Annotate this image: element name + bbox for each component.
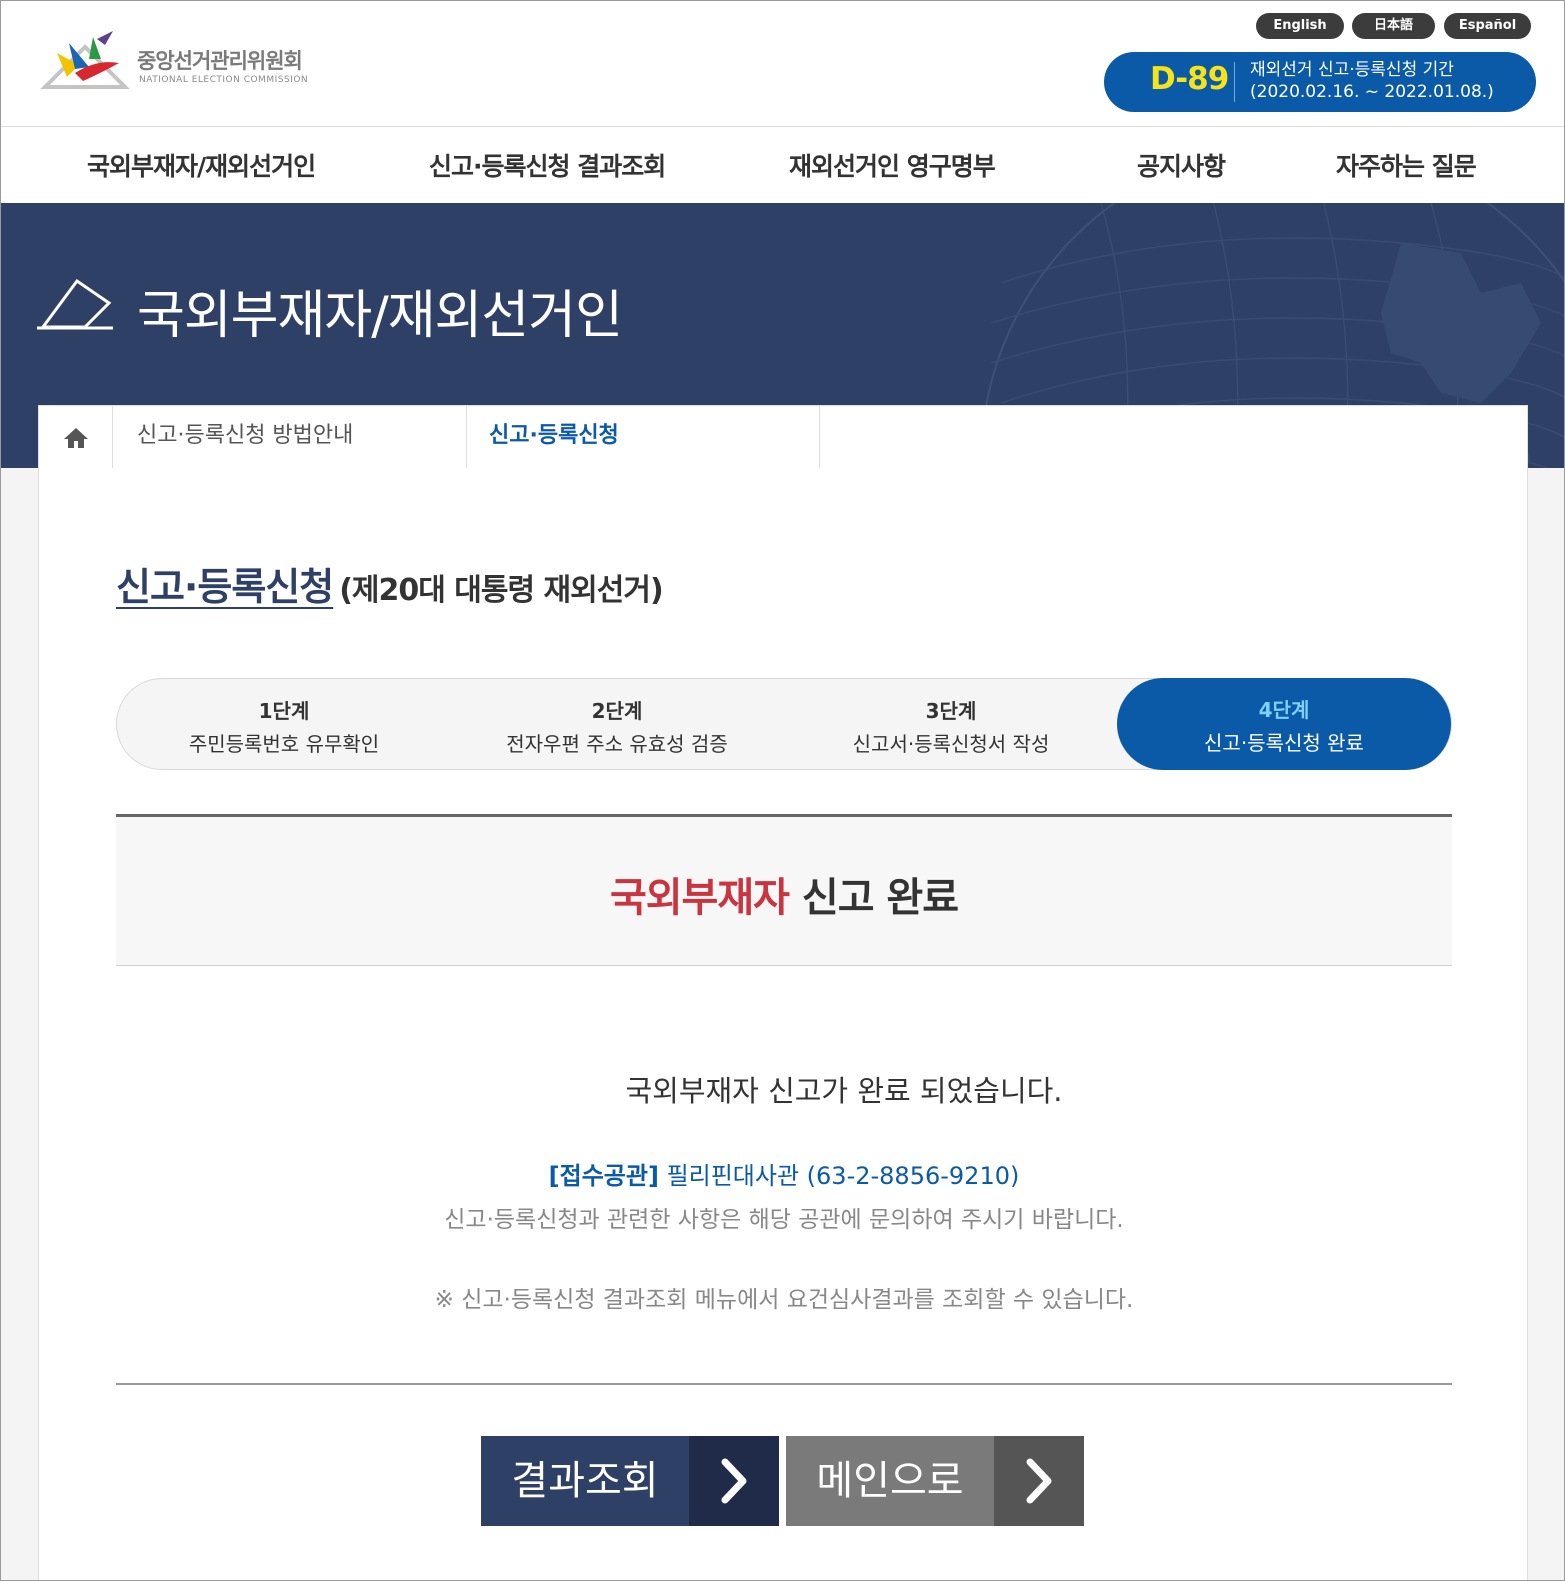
- step-3-number: 3단계: [925, 699, 977, 723]
- step-2: 2단계 전자우편 주소 유효성 검증: [450, 679, 784, 769]
- chevron-right-icon: [994, 1436, 1084, 1526]
- step-4-number: 4단계: [1258, 698, 1310, 722]
- dday-count: D-89: [1150, 61, 1229, 97]
- page-title: 신고·등록신청: [116, 565, 334, 609]
- breadcrumb: 신고·등록신청 방법안내 신고·등록신청: [38, 405, 1528, 469]
- lang-english-button[interactable]: English: [1256, 13, 1344, 39]
- step-4: 4단계 신고·등록신청 완료: [1117, 678, 1451, 770]
- page-heading: 신고·등록신청 (제20대 대통령 재외선거): [116, 556, 664, 611]
- result-title-status: 신고 완료: [801, 875, 959, 921]
- top-header: 중앙선거관리위원회 NATIONAL ELECTION COMMISSION E…: [1, 1, 1564, 127]
- step-3-label: 신고서·등록신청서 작성: [852, 732, 1050, 756]
- nav-item-absentee-voters[interactable]: 국외부재자/재외선거인: [87, 147, 316, 183]
- logo-subtitle: NATIONAL ELECTION COMMISSION: [139, 75, 309, 85]
- nec-emblem-icon: [40, 31, 130, 89]
- page-subtitle: (제20대 대통령 재외선거): [339, 573, 663, 608]
- result-title: 국외부재자 신고 완료: [609, 865, 959, 923]
- nav-item-permanent-register[interactable]: 재외선거인 영구명부: [789, 147, 996, 183]
- site-logo[interactable]: 중앙선거관리위원회 NATIONAL ELECTION COMMISSION: [39, 29, 329, 95]
- lang-spanish-button[interactable]: Español: [1444, 13, 1531, 39]
- dday-banner: D-89 재외선거 신고·등록신청 기간 (2020.02.16. ~ 2022…: [1104, 52, 1536, 112]
- step-1-label: 주민등록번호 유무확인: [188, 732, 380, 756]
- result-title-type: 국외부재자: [609, 875, 790, 921]
- content-divider: [116, 1383, 1452, 1385]
- result-banner: 국외부재자 신고 완료: [116, 814, 1452, 966]
- breadcrumb-home[interactable]: [39, 406, 113, 469]
- receiving-office: [접수공관] 필리핀대사관 (63-2-8856-9210): [39, 1156, 1529, 1191]
- step-2-number: 2단계: [591, 699, 643, 723]
- dday-period-dates: (2020.02.16. ~ 2022.01.08.): [1250, 82, 1494, 102]
- breadcrumb-current[interactable]: 신고·등록신청: [467, 406, 820, 469]
- result-lookup-notice: ※ 신고·등록신청 결과조회 메뉴에서 요건심사결과를 조회할 수 있습니다.: [434, 1287, 1134, 1313]
- result-lookup-button-label: 결과조회: [511, 1458, 659, 1504]
- ballot-icon: [37, 278, 113, 330]
- go-main-button-label: 메인으로: [816, 1458, 964, 1504]
- step-3: 3단계 신고서·등록신청서 작성: [784, 679, 1118, 769]
- lang-japanese-button[interactable]: 日本語: [1352, 13, 1435, 39]
- hero-title: 국외부재자/재외선거인: [137, 286, 623, 346]
- step-1: 1단계 주민등록번호 유무확인: [117, 679, 451, 769]
- dday-divider: [1234, 62, 1235, 102]
- receiving-office-value: 필리핀대사관 (63-2-8856-9210): [666, 1162, 1020, 1190]
- step-4-label: 신고·등록신청 완료: [1204, 731, 1364, 755]
- breadcrumb-guide[interactable]: 신고·등록신청 방법안내: [113, 406, 467, 469]
- step-indicator: 1단계 주민등록번호 유무확인 2단계 전자우편 주소 유효성 검증 3단계 신…: [116, 678, 1452, 770]
- logo-name: 중앙선거관리위원회: [137, 49, 303, 73]
- dday-period: 재외선거 신고·등록신청 기간 (2020.02.16. ~ 2022.01.0…: [1250, 59, 1494, 103]
- go-main-button[interactable]: 메인으로: [786, 1436, 1084, 1526]
- home-icon: [64, 428, 88, 448]
- nav-item-notices[interactable]: 공지사항: [1137, 147, 1226, 183]
- chevron-right-icon: [689, 1436, 779, 1526]
- result-lookup-button[interactable]: 결과조회: [481, 1436, 779, 1526]
- step-1-number: 1단계: [258, 699, 310, 723]
- content-panel: 신고·등록신청 (제20대 대통령 재외선거) 1단계 주민등록번호 유무확인 2…: [38, 468, 1529, 1580]
- main-navigation: 국외부재자/재외선거인 신고·등록신청 결과조회 재외선거인 영구명부 공지사항…: [1, 127, 1564, 203]
- nav-item-faq[interactable]: 자주하는 질문: [1336, 147, 1477, 183]
- page-frame: 중앙선거관리위원회 NATIONAL ELECTION COMMISSION E…: [0, 0, 1565, 1581]
- contact-note: 신고·등록신청과 관련한 사항은 해당 공관에 문의하여 주시기 바랍니다.: [444, 1207, 1124, 1233]
- nav-item-result-lookup[interactable]: 신고·등록신청 결과조회: [429, 147, 666, 183]
- dday-period-label: 재외선거 신고·등록신청 기간: [1250, 60, 1454, 80]
- receiving-office-label: [접수공관]: [548, 1162, 659, 1190]
- step-2-label: 전자우편 주소 유효성 검증: [506, 732, 728, 756]
- completion-message: 국외부재자 신고가 완료 되었습니다.: [625, 1074, 1063, 1108]
